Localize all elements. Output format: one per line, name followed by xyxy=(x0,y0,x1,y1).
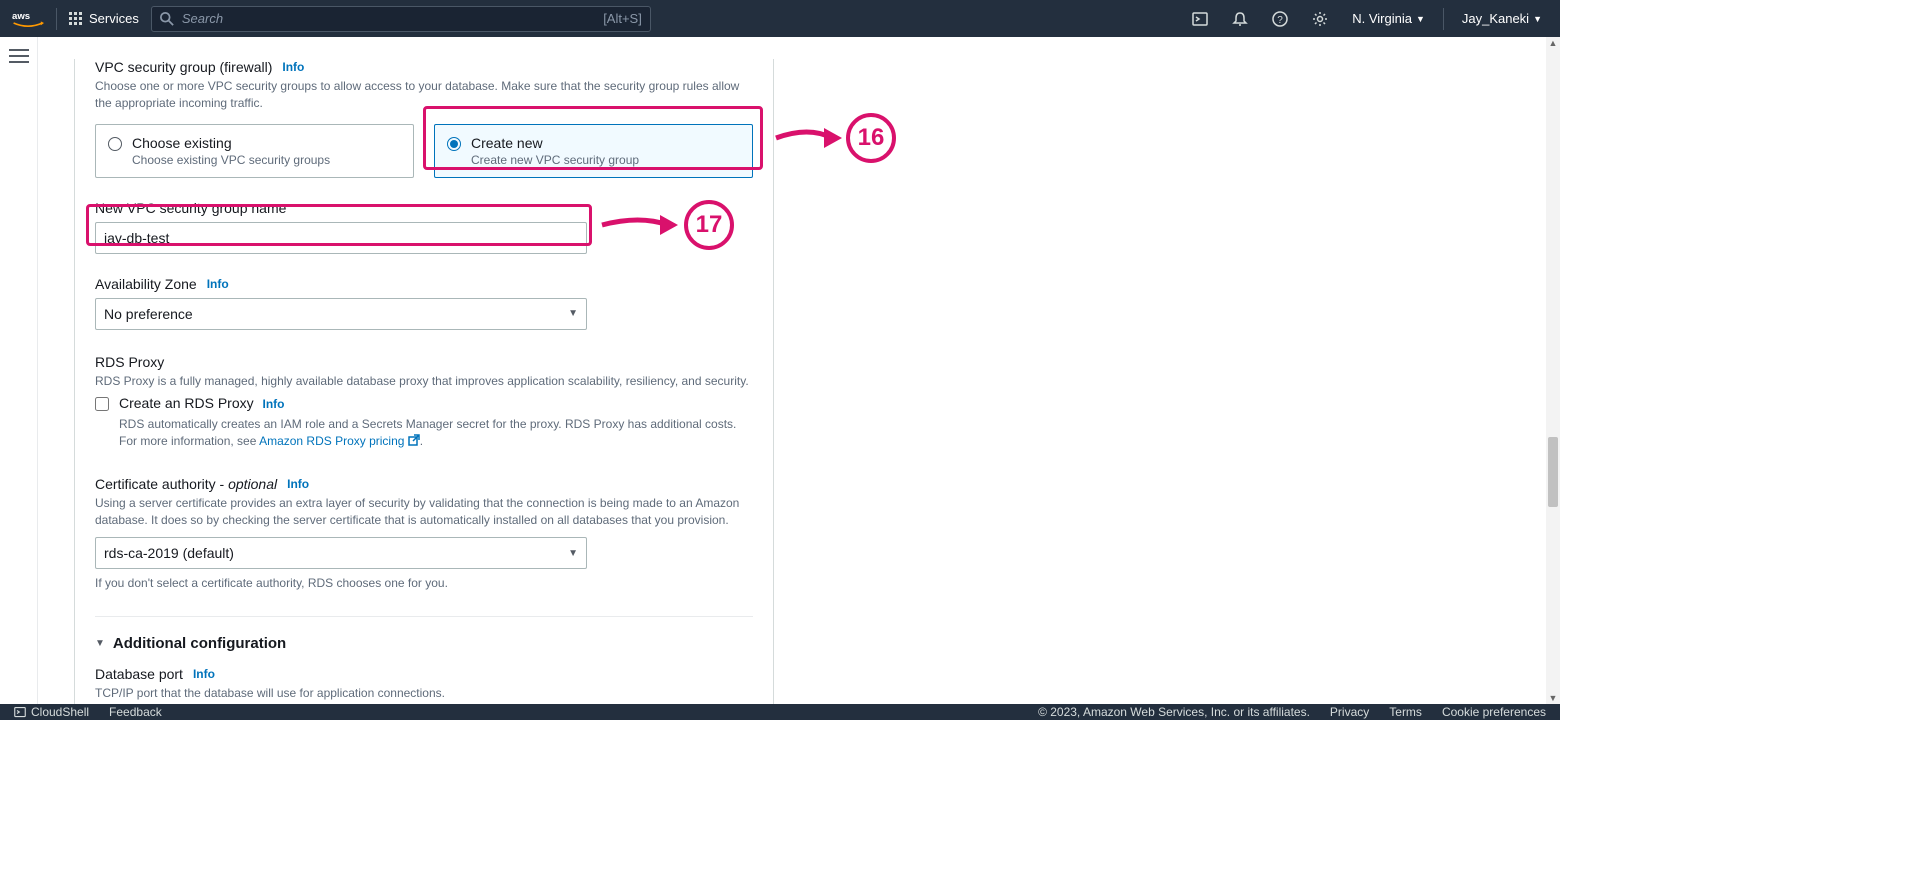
side-rail xyxy=(0,37,38,704)
services-menu[interactable]: Services xyxy=(69,11,139,26)
footer-cookie-prefs[interactable]: Cookie preferences xyxy=(1442,705,1546,719)
svg-text:?: ? xyxy=(1277,15,1283,26)
proxy-check-desc-text: RDS automatically creates an IAM role an… xyxy=(119,417,736,448)
footer-cloudshell[interactable]: CloudShell xyxy=(14,705,89,719)
scrollbar-thumb[interactable] xyxy=(1548,437,1558,507)
info-link[interactable]: Info xyxy=(263,397,285,411)
ca-label: Certificate authority - optional xyxy=(95,476,277,492)
az-select-value: No preference xyxy=(104,306,193,322)
footer-privacy[interactable]: Privacy xyxy=(1330,705,1369,719)
sg-description: Choose one or more VPC security groups t… xyxy=(95,78,753,112)
radio-existing-title: Choose existing xyxy=(132,135,330,151)
rds-proxy-pricing-link[interactable]: Amazon RDS Proxy pricing xyxy=(259,434,404,448)
radio-create-new[interactable]: Create new Create new VPC security group xyxy=(434,124,753,178)
nav-divider xyxy=(1443,8,1444,30)
az-label: Availability Zone xyxy=(95,276,197,292)
scroll-up-icon: ▲ xyxy=(1546,38,1560,48)
settings-icon-button[interactable] xyxy=(1306,5,1334,33)
chevron-down-icon: ▼ xyxy=(568,308,578,319)
hamburger-menu-button[interactable] xyxy=(9,49,29,63)
sg-label: VPC security group (firewall) xyxy=(95,59,272,75)
main-content: VPC security group (firewall) Info Choos… xyxy=(38,37,1560,704)
proxy-desc: RDS Proxy is a fully managed, highly ava… xyxy=(95,373,753,390)
ca-desc: Using a server certificate provides an e… xyxy=(95,495,753,529)
db-port-label: Database port xyxy=(95,666,183,682)
external-link-icon xyxy=(408,434,420,451)
proxy-heading: RDS Proxy xyxy=(95,354,753,370)
cloudshell-icon xyxy=(14,706,26,718)
new-sg-name-label: New VPC security group name xyxy=(95,200,286,216)
footer-copyright: © 2023, Amazon Web Services, Inc. or its… xyxy=(1038,705,1310,719)
radio-create-title: Create new xyxy=(471,135,639,151)
services-label: Services xyxy=(89,11,139,26)
caret-down-icon: ▼ xyxy=(1533,14,1542,24)
caret-down-icon: ▼ xyxy=(1416,14,1425,24)
svg-text:aws: aws xyxy=(12,11,30,22)
ca-select[interactable]: rds-ca-2019 (default) ▼ xyxy=(95,537,587,569)
info-link[interactable]: Info xyxy=(282,60,304,74)
info-link[interactable]: Info xyxy=(207,277,229,291)
create-rds-proxy-checkbox[interactable] xyxy=(95,397,109,411)
radio-existing-desc: Choose existing VPC security groups xyxy=(132,153,330,167)
additional-config-expander[interactable]: ▼ Additional configuration xyxy=(95,616,753,652)
search-shortcut: [Alt+S] xyxy=(603,11,642,26)
chevron-down-icon: ▼ xyxy=(568,548,578,559)
region-label: N. Virginia xyxy=(1352,11,1412,26)
info-link[interactable]: Info xyxy=(193,667,215,681)
proxy-check-desc: RDS automatically creates an IAM role an… xyxy=(119,416,753,450)
radio-choose-existing[interactable]: Choose existing Choose existing VPC secu… xyxy=(95,124,414,178)
aws-logo[interactable]: aws xyxy=(12,9,44,29)
footer-feedback[interactable]: Feedback xyxy=(109,705,162,719)
search-icon xyxy=(160,12,174,26)
ca-label-optional: optional xyxy=(228,476,277,492)
new-sg-name-input[interactable] xyxy=(95,222,587,254)
search-placeholder: Search xyxy=(182,11,595,26)
top-nav: aws Services Search [Alt+S] ? N. Virgini… xyxy=(0,0,1560,37)
user-label: Jay_Kaneki xyxy=(1462,11,1529,26)
db-port-desc: TCP/IP port that the database will use f… xyxy=(95,685,753,702)
footer-cloudshell-label: CloudShell xyxy=(31,705,89,719)
scrollbar[interactable]: ▲ ▼ xyxy=(1546,37,1560,704)
radio-icon xyxy=(447,137,461,151)
proxy-check-label: Create an RDS Proxy xyxy=(119,395,254,411)
az-select[interactable]: No preference ▼ xyxy=(95,298,587,330)
period: . xyxy=(420,434,423,448)
scroll-down-icon: ▼ xyxy=(1546,693,1560,703)
search-input[interactable]: Search [Alt+S] xyxy=(151,6,651,32)
ca-label-text: Certificate authority - xyxy=(95,476,228,492)
region-selector[interactable]: N. Virginia ▼ xyxy=(1346,11,1431,26)
radio-create-desc: Create new VPC security group xyxy=(471,153,639,167)
additional-config-label: Additional configuration xyxy=(113,635,286,652)
connectivity-panel: VPC security group (firewall) Info Choos… xyxy=(74,59,774,704)
ca-select-value: rds-ca-2019 (default) xyxy=(104,545,234,561)
notifications-icon-button[interactable] xyxy=(1226,5,1254,33)
grid-icon xyxy=(69,12,83,26)
user-menu[interactable]: Jay_Kaneki ▼ xyxy=(1456,11,1548,26)
footer-terms[interactable]: Terms xyxy=(1389,705,1422,719)
ca-note: If you don't select a certificate author… xyxy=(95,575,753,592)
nav-divider xyxy=(56,8,57,30)
help-icon-button[interactable]: ? xyxy=(1266,5,1294,33)
info-link[interactable]: Info xyxy=(287,477,309,491)
cloudshell-icon-button[interactable] xyxy=(1186,5,1214,33)
sg-radio-group: Choose existing Choose existing VPC secu… xyxy=(95,124,753,178)
footer: CloudShell Feedback © 2023, Amazon Web S… xyxy=(0,704,1560,720)
radio-icon xyxy=(108,137,122,151)
triangle-down-icon: ▼ xyxy=(95,638,105,649)
